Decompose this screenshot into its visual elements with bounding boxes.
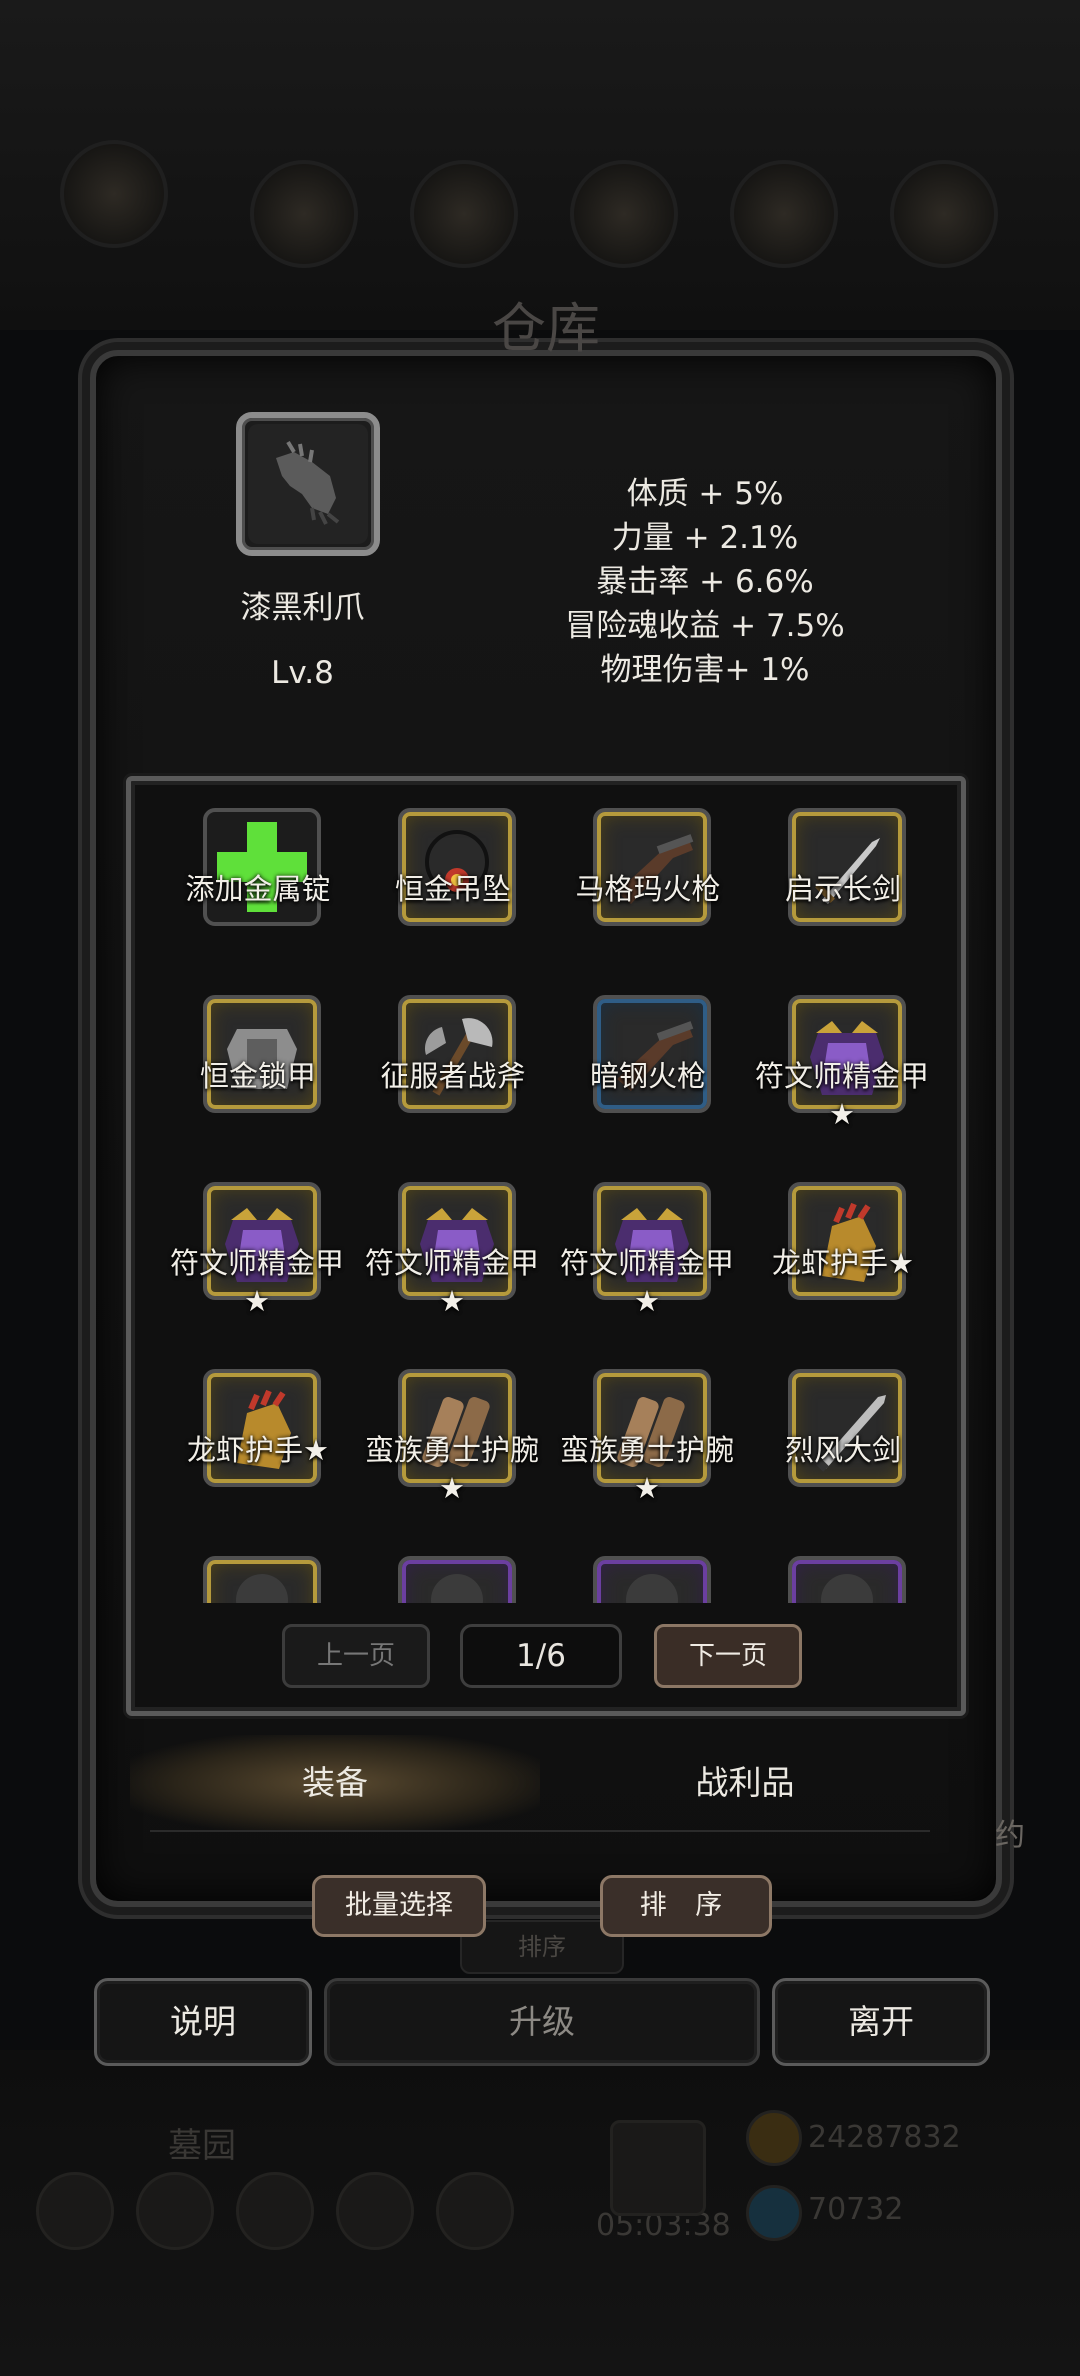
inventory-slot-label: 马格玛火枪: [575, 872, 721, 906]
chainmail-icon[interactable]: [203, 995, 321, 1113]
bg-area-label: 墓园: [168, 2126, 236, 2166]
partial-item-icon[interactable]: [788, 1556, 906, 1603]
bg-nav-icon: [236, 2172, 314, 2250]
battle-axe-icon[interactable]: [398, 995, 516, 1113]
partial-item-icon[interactable]: [593, 1556, 711, 1603]
inventory-slot[interactable]: 龙虾护手★: [150, 1369, 340, 1554]
bg-gift-icon: [610, 2120, 706, 2216]
stat-line: 物理伤害+ 1%: [600, 652, 810, 688]
inventory-slot[interactable]: 征服者战斧: [345, 995, 535, 1180]
inventory-slot[interactable]: [540, 1556, 730, 1603]
next-page-button[interactable]: 下一页: [654, 1624, 802, 1688]
inventory-slot-label: 烈风大剑: [784, 1433, 901, 1467]
inventory-slot[interactable]: [345, 1556, 535, 1603]
inventory-slot[interactable]: [150, 1556, 340, 1603]
upgrade-button[interactable]: 升级: [324, 1978, 760, 2066]
inventory-slot-label: 符文师精金甲★: [169, 1246, 344, 1318]
inventory-slot[interactable]: 暗钢火枪: [540, 995, 730, 1180]
pendant-icon[interactable]: [398, 808, 516, 926]
inventory-slot-label: 龙虾护手★: [772, 1246, 914, 1280]
window-title: 仓库: [492, 297, 600, 360]
inventory-slot[interactable]: 符文师精金甲★: [345, 1182, 539, 1367]
stat-line: 暴击率 + 6.6%: [596, 564, 814, 600]
inventory-slot[interactable]: 马格玛火枪: [540, 808, 730, 993]
partial-item-icon[interactable]: [398, 1556, 516, 1603]
inventory-slot[interactable]: 龙虾护手★: [735, 1182, 925, 1367]
inventory-slot[interactable]: 符文师精金甲★: [735, 995, 929, 1180]
stat-line: 体质 + 5%: [626, 476, 784, 512]
stat-line: 力量 + 2.1%: [611, 520, 799, 556]
bg-nav-icon: [36, 2172, 114, 2250]
inventory-slot-label: 符文师精金甲★: [754, 1059, 929, 1131]
tab-equipment[interactable]: 装备: [130, 1735, 540, 1831]
inventory-slot[interactable]: 添加金属锭: [150, 808, 340, 993]
claw-icon[interactable]: [236, 412, 380, 556]
green-plus-icon[interactable]: [203, 808, 321, 926]
bg-menu-icon: [250, 160, 358, 268]
inventory-slot[interactable]: 符文师精金甲★: [150, 1182, 344, 1367]
inventory-slot-label: 添加金属锭: [185, 872, 331, 906]
musket-icon[interactable]: [593, 995, 711, 1113]
stat-line: 冒险魂收益 + 7.5%: [565, 608, 845, 644]
inventory-slot-label: 恒金吊坠: [394, 872, 511, 906]
inventory-slot-label: 蛮族勇士护腕★: [559, 1433, 734, 1505]
inventory-slot-label: 龙虾护手★: [187, 1433, 329, 1467]
explain-button[interactable]: 说明: [94, 1978, 312, 2066]
item-stats: 体质 + 5% 力量 + 2.1% 暴击率 + 6.6% 冒险魂收益 + 7.5…: [520, 472, 890, 692]
inventory-slot-label: 暗钢火枪: [589, 1059, 706, 1093]
inventory-slot[interactable]: 恒金吊坠: [345, 808, 535, 993]
inventory-grid[interactable]: 添加金属锭 恒金吊坠 马格玛火枪 启示长剑 恒金锁甲 征服者战斧 暗钢火枪 符文师精金甲★ 符文…: [150, 808, 930, 1603]
bg-side-text: 约: [995, 1818, 1025, 1853]
inventory-slot[interactable]: 恒金锁甲: [150, 995, 340, 1180]
tab-loot[interactable]: 战利品: [540, 1735, 950, 1831]
inventory-slot-label: 启示长剑: [784, 872, 901, 906]
inventory-slot-label: 符文师精金甲★: [364, 1246, 539, 1318]
inventory-slot[interactable]: 烈风大剑: [735, 1369, 925, 1554]
bg-nav-icon: [336, 2172, 414, 2250]
greatsword-icon[interactable]: [788, 1369, 906, 1487]
bg-nav-icon: [436, 2172, 514, 2250]
bg-gold-icon: [746, 2110, 802, 2166]
inventory-slot-label: 恒金锁甲: [199, 1059, 316, 1093]
sort-button[interactable]: 排 序: [600, 1875, 772, 1937]
gauntlet-icon[interactable]: [788, 1182, 906, 1300]
bg-menu-icon: [730, 160, 838, 268]
bg-menu-icon: [410, 160, 518, 268]
inventory-slot-label: 征服者战斧: [380, 1059, 526, 1093]
gauntlet-icon[interactable]: [203, 1369, 321, 1487]
inventory-slot-label: 符文师精金甲★: [559, 1246, 734, 1318]
inventory-slot[interactable]: 符文师精金甲★: [540, 1182, 734, 1367]
category-tabs: 装备 战利品: [130, 1735, 950, 1831]
inventory-slot[interactable]: 蛮族勇士护腕★: [345, 1369, 539, 1554]
tab-divider: [150, 1830, 930, 1832]
leave-button[interactable]: 离开: [772, 1978, 990, 2066]
musket-icon[interactable]: [593, 808, 711, 926]
bg-nav-icon: [136, 2172, 214, 2250]
item-level: Lv.8: [271, 655, 334, 691]
bg-menu-icon: [890, 160, 998, 268]
inventory-slot-label: 蛮族勇士护腕★: [364, 1433, 539, 1505]
partial-item-icon[interactable]: [203, 1556, 321, 1603]
longsword-icon[interactable]: [788, 808, 906, 926]
bg-gold-count: 24287832: [808, 2120, 961, 2155]
bg-menu-icon: [570, 160, 678, 268]
bg-gem-icon: [746, 2185, 802, 2241]
item-name: 漆黑利爪: [240, 590, 365, 626]
background-top-bar: [0, 0, 1080, 330]
inventory-slot[interactable]: 蛮族勇士护腕★: [540, 1369, 734, 1554]
bg-menu-icon: [60, 140, 168, 248]
page-indicator: 1/6: [460, 1624, 622, 1688]
prev-page-button[interactable]: 上一页: [282, 1624, 430, 1688]
bg-gem-count: 70732: [808, 2192, 904, 2227]
inventory-slot[interactable]: 启示长剑: [735, 808, 925, 993]
batch-select-button[interactable]: 批量选择: [312, 1875, 486, 1937]
inventory-slot[interactable]: [735, 1556, 925, 1603]
